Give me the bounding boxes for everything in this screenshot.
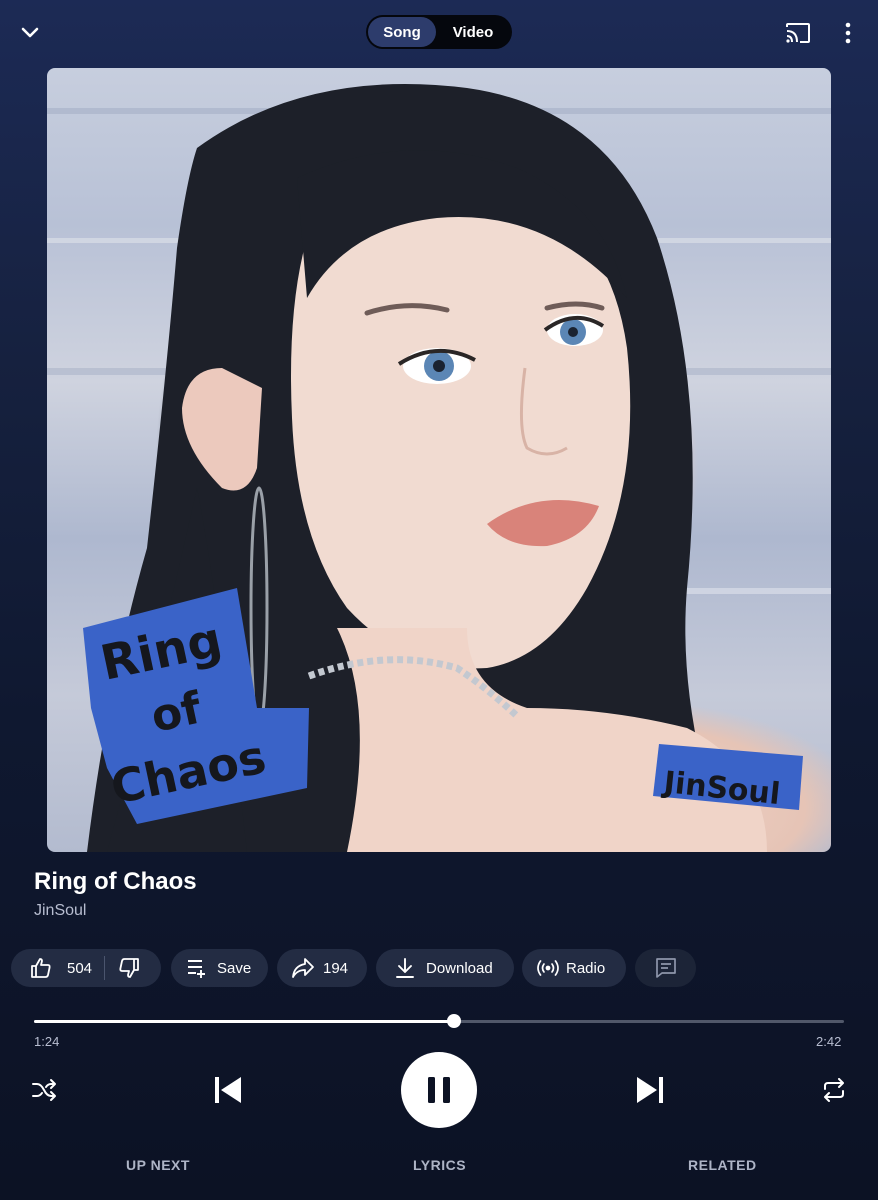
download-icon (396, 958, 414, 978)
like-dislike-group: 504 (11, 949, 161, 987)
track-artist[interactable]: JinSoul (34, 902, 86, 920)
radio-button[interactable]: Radio (522, 949, 626, 987)
radio-label: Radio (566, 959, 606, 977)
dislike-button[interactable] (117, 956, 141, 980)
skip-next-icon (637, 1077, 663, 1103)
repeat-button[interactable] (816, 1072, 852, 1108)
comments-button[interactable] (635, 949, 696, 987)
next-button[interactable] (630, 1070, 670, 1110)
progress-bar[interactable] (34, 1014, 844, 1028)
progress-knob[interactable] (447, 1014, 462, 1028)
comment-icon (655, 958, 676, 978)
progress-fill (34, 1020, 455, 1023)
share-button[interactable]: 194 (277, 949, 367, 987)
artwork-illustration: Ring of Chaos JinSoul (47, 84, 831, 852)
tab-related[interactable]: RELATED (688, 1157, 757, 1173)
cast-icon (786, 23, 810, 43)
previous-button[interactable] (208, 1070, 248, 1110)
like-button[interactable] (29, 956, 53, 980)
share-icon (292, 958, 314, 978)
toggle-song[interactable]: Song (368, 17, 436, 47)
repeat-icon (824, 1078, 844, 1102)
total-time: 2:42 (816, 1034, 842, 1049)
radio-icon (537, 960, 559, 976)
play-pause-button[interactable] (401, 1052, 477, 1128)
tab-lyrics[interactable]: LYRICS (413, 1157, 466, 1173)
more-vert-icon (845, 22, 851, 44)
thumbs-up-icon (31, 958, 51, 978)
toggle-video[interactable]: Video (436, 17, 510, 47)
current-time: 1:24 (34, 1034, 60, 1049)
track-title: Ring of Chaos (34, 868, 197, 895)
shuffle-icon (32, 1079, 56, 1101)
save-button[interactable]: Save (171, 949, 268, 987)
divider (104, 956, 106, 980)
chevron-down-icon (21, 27, 39, 38)
album-artwork: Ring of Chaos JinSoul (47, 68, 831, 852)
like-count: 504 (67, 959, 93, 977)
save-label: Save (217, 959, 252, 977)
download-label: Download (426, 959, 493, 977)
share-count: 194 (323, 959, 349, 977)
skip-previous-icon (215, 1077, 241, 1103)
pause-icon (428, 1077, 450, 1103)
song-video-toggle: Song Video (366, 15, 512, 49)
cast-button[interactable] (780, 16, 816, 50)
action-bar: 504 Save 194 Download Radio (11, 949, 871, 987)
collapse-button[interactable] (12, 14, 48, 50)
playlist-add-icon (188, 960, 205, 978)
more-options-button[interactable] (834, 16, 862, 50)
shuffle-button[interactable] (26, 1072, 62, 1108)
download-button[interactable]: Download (376, 949, 514, 987)
thumbs-down-icon (119, 958, 139, 978)
top-bar: Song Video (0, 0, 878, 64)
tab-up-next[interactable]: UP NEXT (126, 1157, 190, 1173)
